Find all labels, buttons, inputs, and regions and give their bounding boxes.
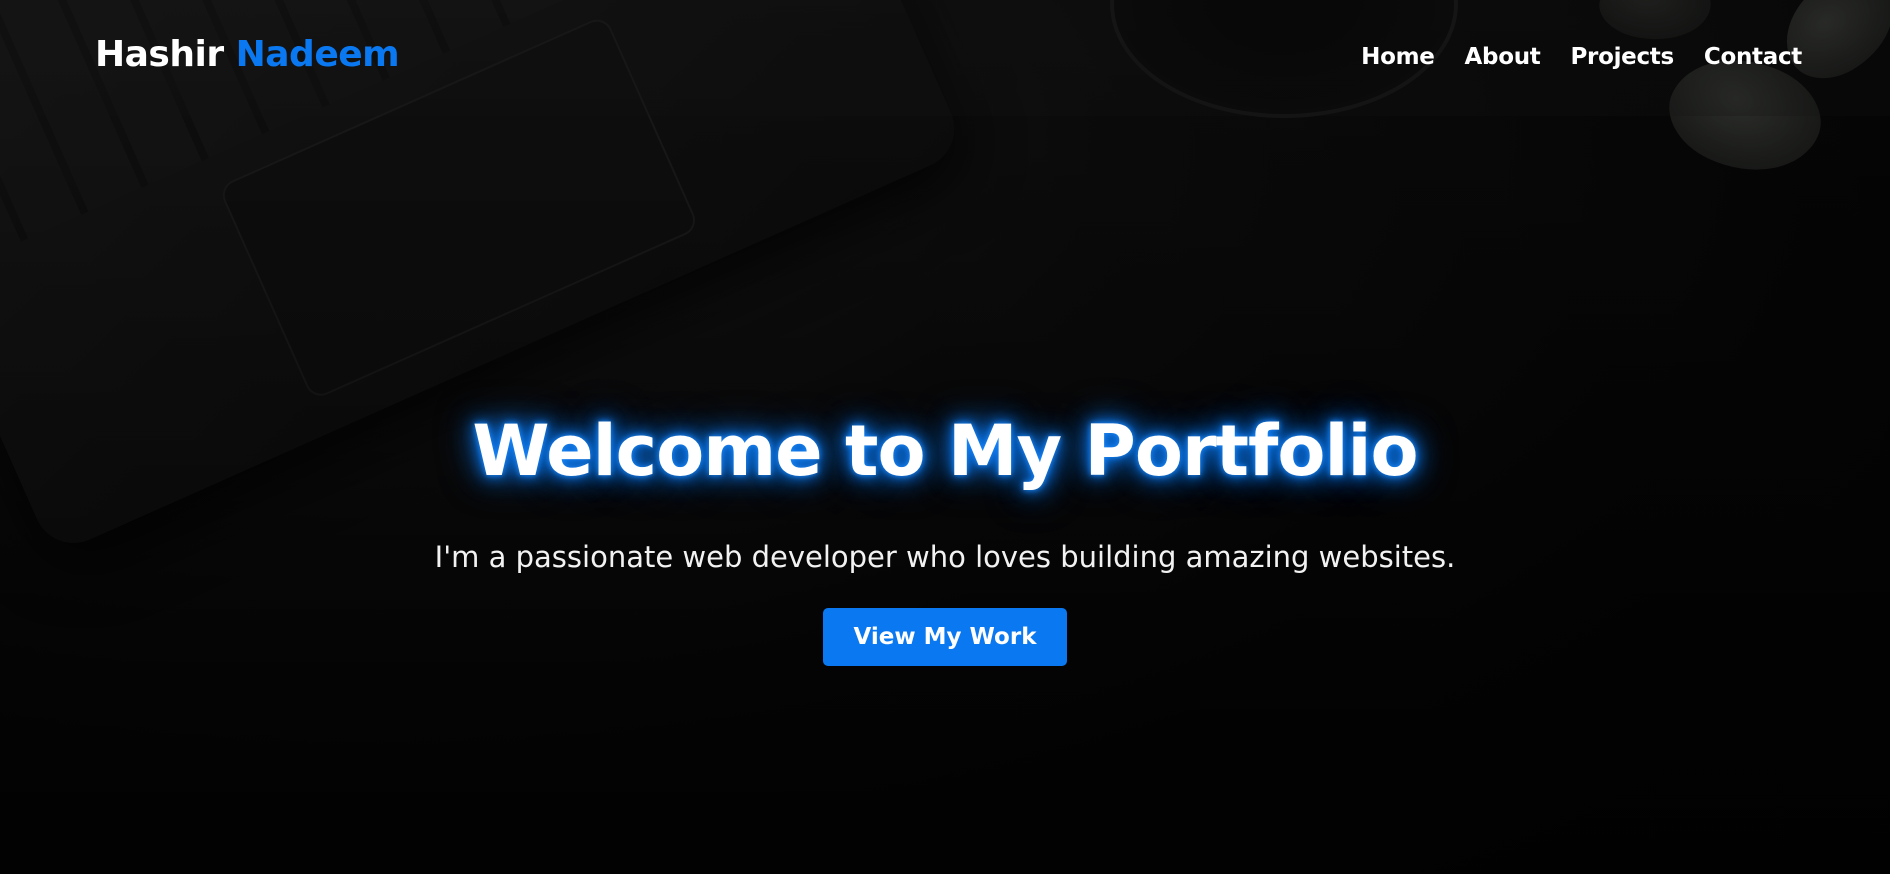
hero-section: Hashir Nadeem Home About Projects Contac… [0,0,1890,874]
main-nav: Home About Projects Contact [1361,44,1802,70]
logo-first-name: Hashir [95,34,224,75]
nav-link-about[interactable]: About [1465,44,1541,70]
site-logo[interactable]: Hashir Nadeem [95,34,400,75]
hero-content: Welcome to My Portfolio I'm a passionate… [0,410,1890,666]
hero-title: Welcome to My Portfolio [472,410,1418,492]
site-header: Hashir Nadeem Home About Projects Contac… [0,0,1890,116]
nav-link-projects[interactable]: Projects [1570,44,1674,70]
view-my-work-button[interactable]: View My Work [823,608,1067,666]
nav-link-contact[interactable]: Contact [1704,44,1802,70]
hero-subtitle: I'm a passionate web developer who loves… [434,540,1456,574]
logo-last-name: Nadeem [235,34,400,75]
nav-link-home[interactable]: Home [1361,44,1435,70]
